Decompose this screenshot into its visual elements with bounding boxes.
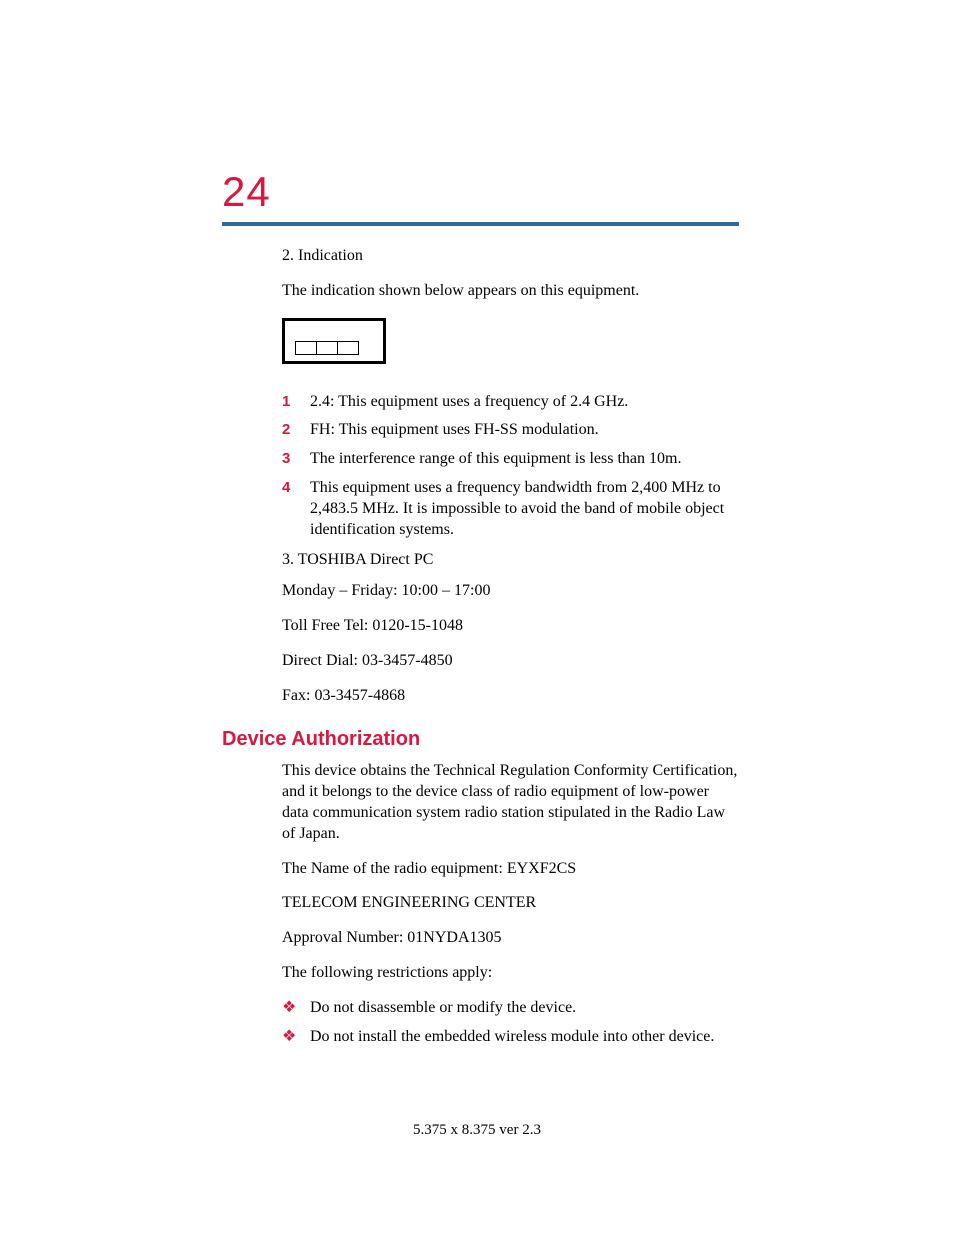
auth-paragraph: TELECOM ENGINEERING CENTER [282,893,739,914]
list-item: ❖ Do not disassemble or modify the devic… [282,998,739,1019]
contact-line: Direct Dial: 03-3457-4850 [282,651,739,672]
item-text: This equipment uses a frequency bandwidt… [310,478,739,540]
contact-line: Monday – Friday: 10:00 – 17:00 [282,581,739,602]
item-text: Do not disassemble or modify the device. [310,998,576,1019]
list-item: 4 This equipment uses a frequency bandwi… [282,478,739,540]
section2-title: 3. TOSHIBA Direct PC [282,550,739,571]
item-number: 4 [282,478,310,498]
indication-diagram [282,318,386,364]
item-text: The interference range of this equipment… [310,449,681,470]
list-item: 3 The interference range of this equipme… [282,449,739,470]
item-number: 2 [282,420,310,440]
indication-grid [295,341,359,355]
item-number: 3 [282,449,310,469]
auth-paragraph: The Name of the radio equipment: EYXF2CS [282,859,739,880]
section1-title: 2. Indication [282,246,739,267]
contact-line: Toll Free Tel: 0120-15-1048 [282,616,739,637]
list-item: 2 FH: This equipment uses FH-SS modulati… [282,420,739,441]
auth-body: This device obtains the Technical Regula… [282,761,739,1047]
list-item: 1 2.4: This equipment uses a frequency o… [282,392,739,413]
page-content: 24 2. Indication The indication shown be… [0,0,954,1047]
diamond-bullet-icon: ❖ [282,998,310,1017]
section-heading: Device Authorization [222,728,739,751]
page-footer: 5.375 x 8.375 ver 2.3 [0,1122,954,1139]
auth-paragraph: The following restrictions apply: [282,963,739,984]
contact-line: Fax: 03-3457-4868 [282,686,739,707]
diamond-bullet-icon: ❖ [282,1027,310,1046]
numbered-list: 1 2.4: This equipment uses a frequency o… [282,392,739,541]
item-text: FH: This equipment uses FH-SS modulation… [310,420,599,441]
section1-intro: The indication shown below appears on th… [282,281,739,302]
auth-paragraph: This device obtains the Technical Regula… [282,761,739,844]
bullet-list: ❖ Do not disassemble or modify the devic… [282,998,739,1048]
list-item: ❖ Do not install the embedded wireless m… [282,1027,739,1048]
header-rule [222,222,739,226]
item-number: 1 [282,392,310,412]
item-text: 2.4: This equipment uses a frequency of … [310,392,628,413]
item-text: Do not install the embedded wireless mod… [310,1027,714,1048]
page-number: 24 [222,168,739,216]
auth-paragraph: Approval Number: 01NYDA1305 [282,928,739,949]
body: 2. Indication The indication shown below… [282,246,739,706]
